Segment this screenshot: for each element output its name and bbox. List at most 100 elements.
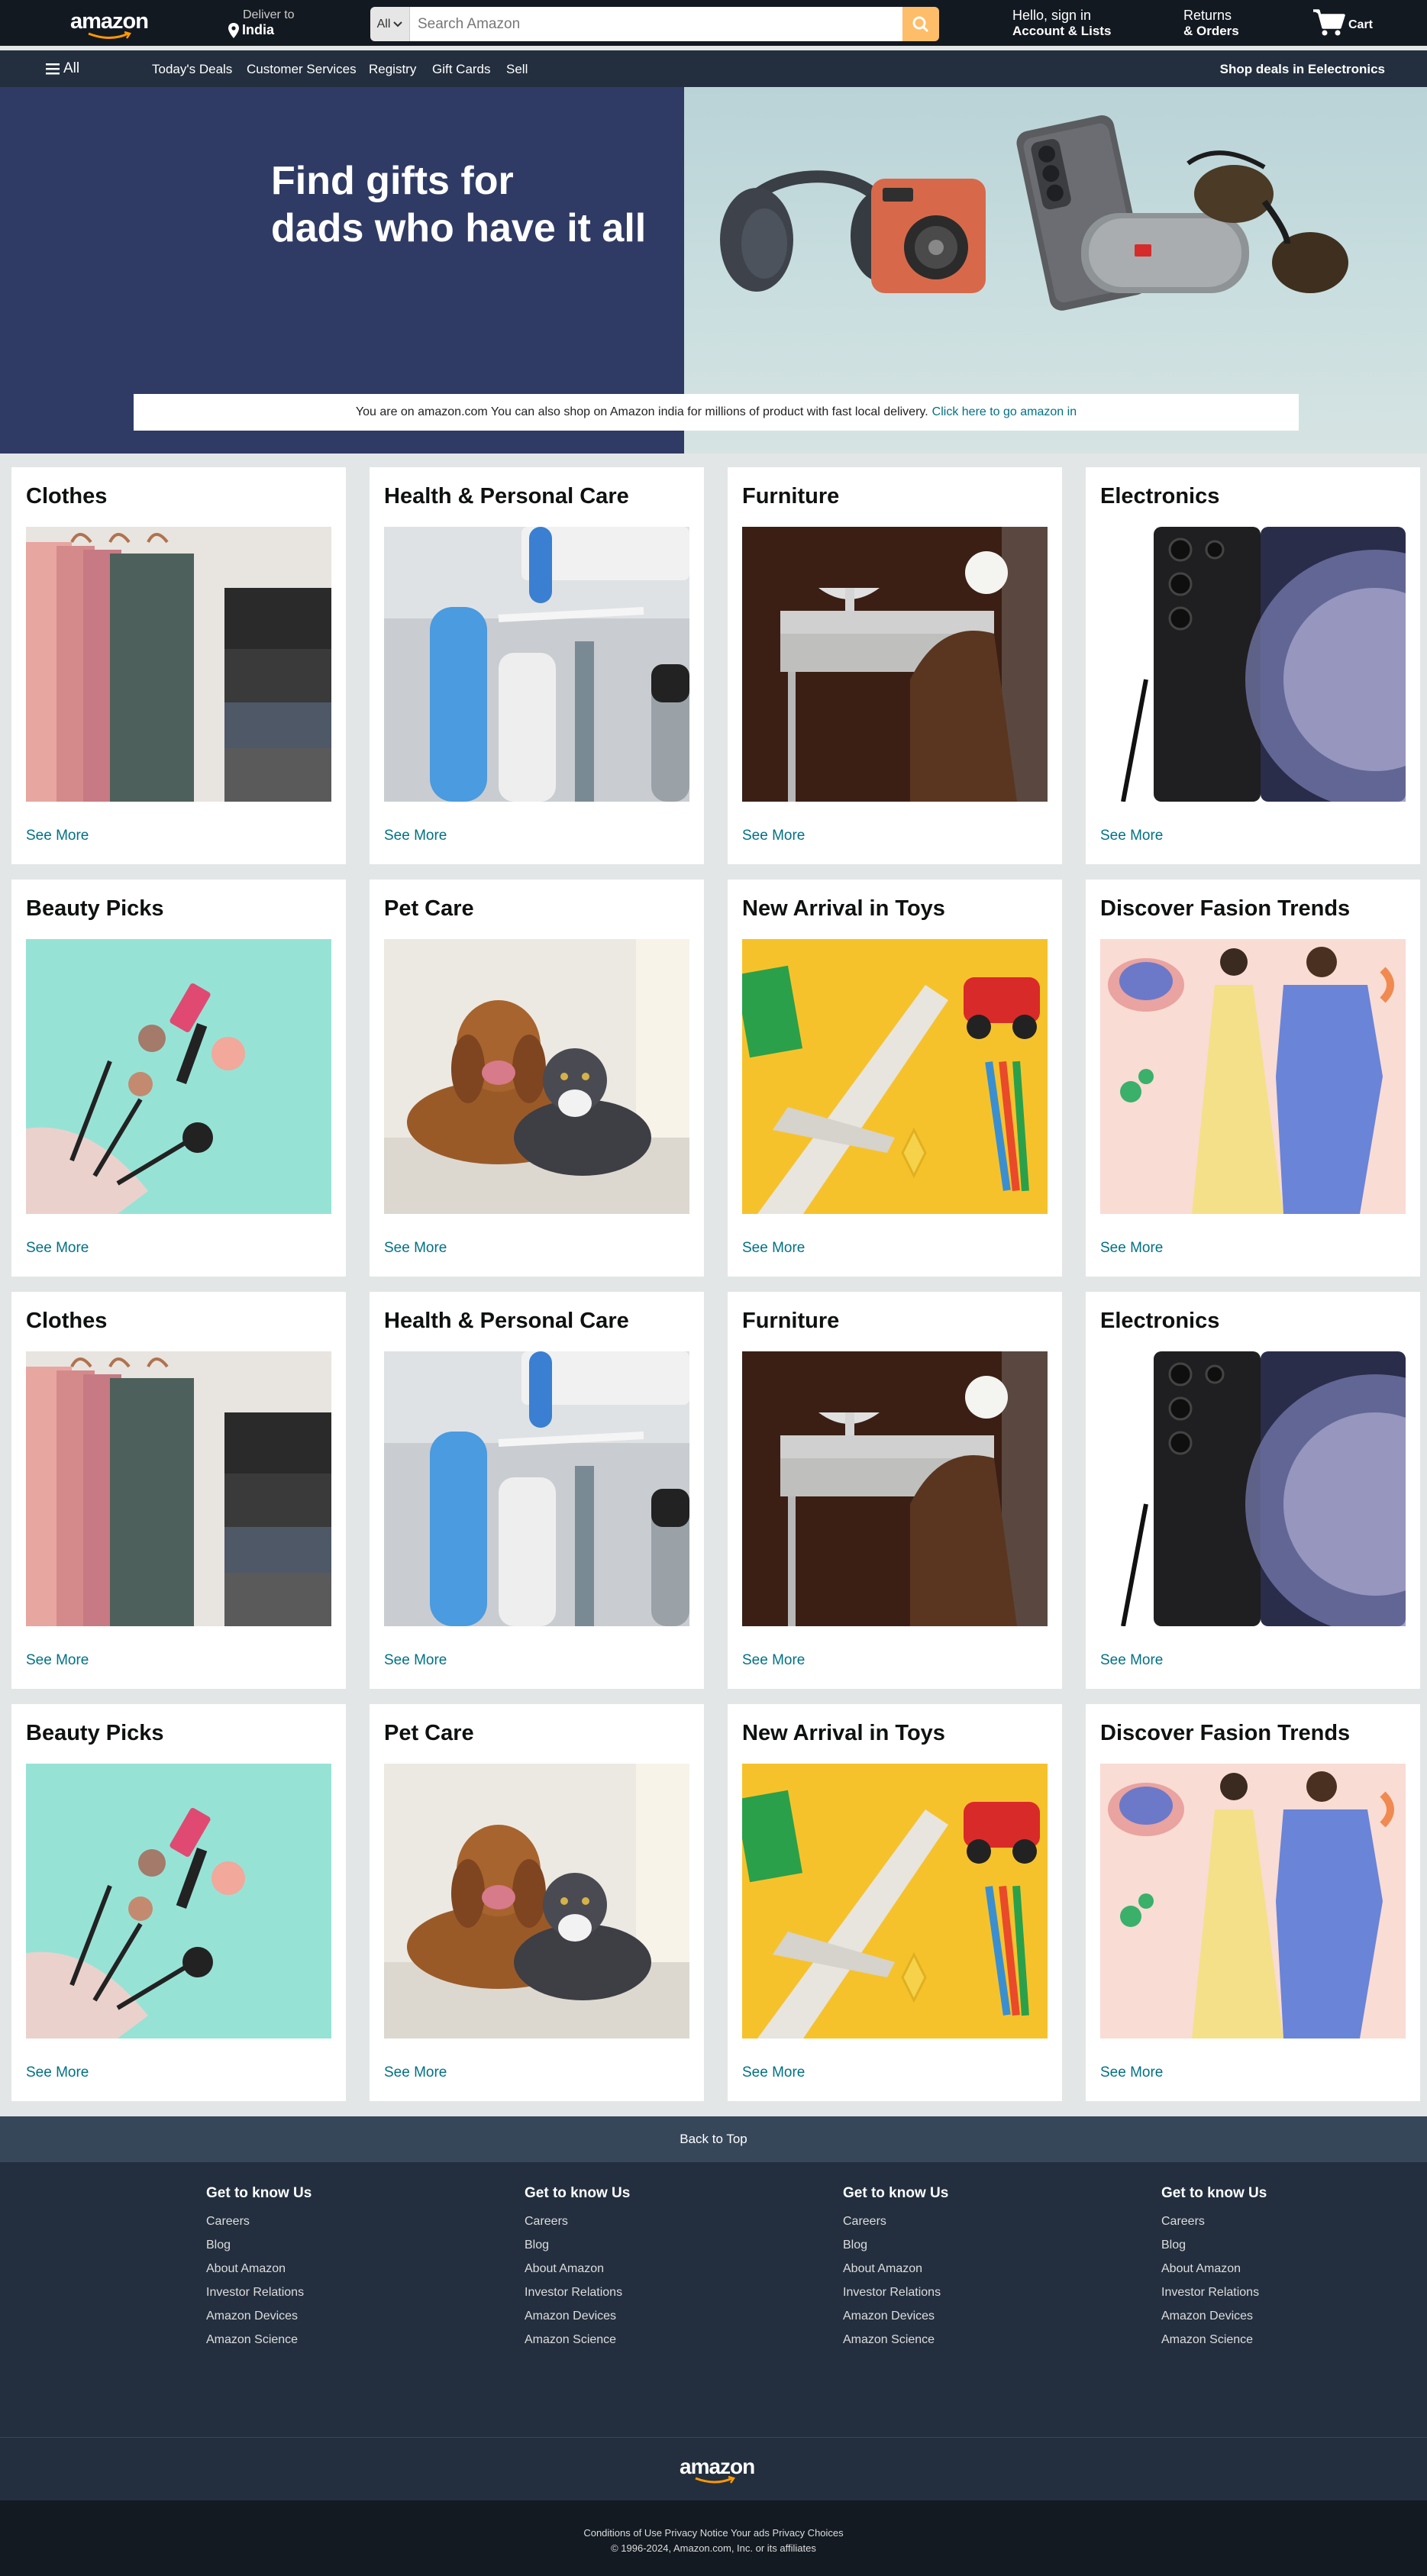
fashion-image[interactable] xyxy=(1100,939,1406,1214)
all-menu-button[interactable]: All xyxy=(46,60,79,77)
footer-link-careers[interactable]: Careers xyxy=(206,2210,312,2233)
pet-image[interactable] xyxy=(384,939,689,1214)
beauty-image[interactable] xyxy=(26,939,331,1214)
footer-link-devices[interactable]: Amazon Devices xyxy=(843,2304,948,2328)
footer-link-science[interactable]: Amazon Science xyxy=(843,2328,948,2352)
see-more-link[interactable]: See More xyxy=(384,1240,447,1257)
go-to-amazon-in-link[interactable]: Click here to go amazon in xyxy=(932,405,1077,419)
footer-link-about[interactable]: About Amazon xyxy=(206,2257,312,2281)
category-card[interactable]: Clothes See More xyxy=(11,467,346,864)
furniture-image[interactable] xyxy=(742,1351,1048,1626)
returns-and-orders[interactable]: Returns & Orders xyxy=(1183,8,1239,39)
category-card[interactable]: Clothes See More xyxy=(11,1292,346,1689)
footer-link-investor[interactable]: Investor Relations xyxy=(525,2281,630,2304)
beauty-image[interactable] xyxy=(26,1764,331,2039)
see-more-link[interactable]: See More xyxy=(742,1240,805,1257)
see-more-link[interactable]: See More xyxy=(26,828,89,844)
category-card[interactable]: Pet Care See More xyxy=(370,880,704,1277)
category-card[interactable]: Pet Care See More xyxy=(370,1704,704,2101)
card-title: Furniture xyxy=(742,1309,840,1333)
see-more-link[interactable]: See More xyxy=(26,1240,89,1257)
back-to-top-button[interactable]: Back to Top xyxy=(0,2116,1427,2162)
electronics-image[interactable] xyxy=(1100,527,1406,802)
cart-button[interactable]: Cart xyxy=(1312,8,1373,37)
nav-sell[interactable]: Sell xyxy=(506,62,528,77)
footer-link-about[interactable]: About Amazon xyxy=(525,2257,630,2281)
search-button[interactable] xyxy=(902,7,939,41)
footer-link-blog[interactable]: Blog xyxy=(843,2233,948,2257)
see-more-link[interactable]: See More xyxy=(26,2064,89,2081)
footer-link-devices[interactable]: Amazon Devices xyxy=(525,2304,630,2328)
search-input[interactable] xyxy=(410,7,902,41)
see-more-link[interactable]: See More xyxy=(742,1652,805,1669)
toys-image[interactable] xyxy=(742,939,1048,1214)
account-and-lists[interactable]: Hello, sign in Account & Lists xyxy=(1012,8,1111,39)
category-card[interactable]: Beauty Picks See More xyxy=(11,1704,346,2101)
see-more-link[interactable]: See More xyxy=(742,2064,805,2081)
card-title: Pet Care xyxy=(384,1721,474,1745)
amazon-logo[interactable]: amazon xyxy=(70,9,149,40)
footer-link-science[interactable]: Amazon Science xyxy=(525,2328,630,2352)
see-more-link[interactable]: See More xyxy=(742,828,805,844)
fashion-image[interactable] xyxy=(1100,1764,1406,2039)
see-more-link[interactable]: See More xyxy=(1100,1652,1163,1669)
health-image[interactable] xyxy=(384,1351,689,1626)
see-more-link[interactable]: See More xyxy=(1100,1240,1163,1257)
footer-link-careers[interactable]: Careers xyxy=(843,2210,948,2233)
category-card[interactable]: Furniture See More xyxy=(728,1292,1062,1689)
legal-links[interactable]: Conditions of Use Privacy Notice Your ad… xyxy=(0,2527,1427,2539)
clothes-image[interactable] xyxy=(26,1351,331,1626)
signin-greeting: Hello, sign in xyxy=(1012,8,1092,23)
nav-registry[interactable]: Registry xyxy=(369,62,416,77)
deliver-to-label: Deliver to xyxy=(243,8,295,21)
footer-link-blog[interactable]: Blog xyxy=(206,2233,312,2257)
category-card[interactable]: Electronics See More xyxy=(1086,1292,1420,1689)
see-more-link[interactable]: See More xyxy=(1100,828,1163,844)
card-title: Electronics xyxy=(1100,1309,1220,1333)
footer-link-science[interactable]: Amazon Science xyxy=(206,2328,312,2352)
see-more-link[interactable]: See More xyxy=(26,1652,89,1669)
card-title: Discover Fasion Trends xyxy=(1100,896,1351,921)
location-pin-icon xyxy=(228,22,239,38)
footer-link-investor[interactable]: Investor Relations xyxy=(1161,2281,1267,2304)
footer-link-devices[interactable]: Amazon Devices xyxy=(206,2304,312,2328)
category-card[interactable]: New Arrival in Toys See More xyxy=(728,1704,1062,2101)
electronics-image[interactable] xyxy=(1100,1351,1406,1626)
footer-link-blog[interactable]: Blog xyxy=(1161,2233,1267,2257)
card-title: New Arrival in Toys xyxy=(742,1721,945,1745)
see-more-link[interactable]: See More xyxy=(384,1652,447,1669)
footer-link-blog[interactable]: Blog xyxy=(525,2233,630,2257)
footer-link-investor[interactable]: Investor Relations xyxy=(206,2281,312,2304)
clothes-image[interactable] xyxy=(26,527,331,802)
category-card[interactable]: Beauty Picks See More xyxy=(11,880,346,1277)
deliver-location: India xyxy=(242,22,275,37)
category-card[interactable]: New Arrival in Toys See More xyxy=(728,880,1062,1277)
footer-link-devices[interactable]: Amazon Devices xyxy=(1161,2304,1267,2328)
category-card[interactable]: Electronics See More xyxy=(1086,467,1420,864)
nav-todays-deals[interactable]: Today's Deals xyxy=(152,62,232,77)
category-card[interactable]: Health & Personal Care See More xyxy=(370,467,704,864)
pet-image[interactable] xyxy=(384,1764,689,2039)
shop-deals-electronics-link[interactable]: Shop deals in Eelectronics xyxy=(1220,62,1385,77)
see-more-link[interactable]: See More xyxy=(384,2064,447,2081)
category-card[interactable]: Discover Fasion Trends See More xyxy=(1086,1704,1420,2101)
card-title: Furniture xyxy=(742,484,840,508)
nav-gift-cards[interactable]: Gift Cards xyxy=(432,62,491,77)
deliver-to[interactable]: Deliver to India xyxy=(228,8,295,38)
see-more-link[interactable]: See More xyxy=(384,828,447,844)
furniture-image[interactable] xyxy=(742,527,1048,802)
see-more-link[interactable]: See More xyxy=(1100,2064,1163,2081)
footer-link-careers[interactable]: Careers xyxy=(1161,2210,1267,2233)
footer-link-about[interactable]: About Amazon xyxy=(1161,2257,1267,2281)
category-card[interactable]: Furniture See More xyxy=(728,467,1062,864)
health-image[interactable] xyxy=(384,527,689,802)
footer-link-science[interactable]: Amazon Science xyxy=(1161,2328,1267,2352)
footer-link-investor[interactable]: Investor Relations xyxy=(843,2281,948,2304)
footer-link-about[interactable]: About Amazon xyxy=(843,2257,948,2281)
category-card[interactable]: Discover Fasion Trends See More xyxy=(1086,880,1420,1277)
nav-customer-services[interactable]: Customer Services xyxy=(247,62,357,77)
footer-link-careers[interactable]: Careers xyxy=(525,2210,630,2233)
toys-image[interactable] xyxy=(742,1764,1048,2039)
search-category-select[interactable]: All xyxy=(370,7,410,41)
category-card[interactable]: Health & Personal Care See More xyxy=(370,1292,704,1689)
